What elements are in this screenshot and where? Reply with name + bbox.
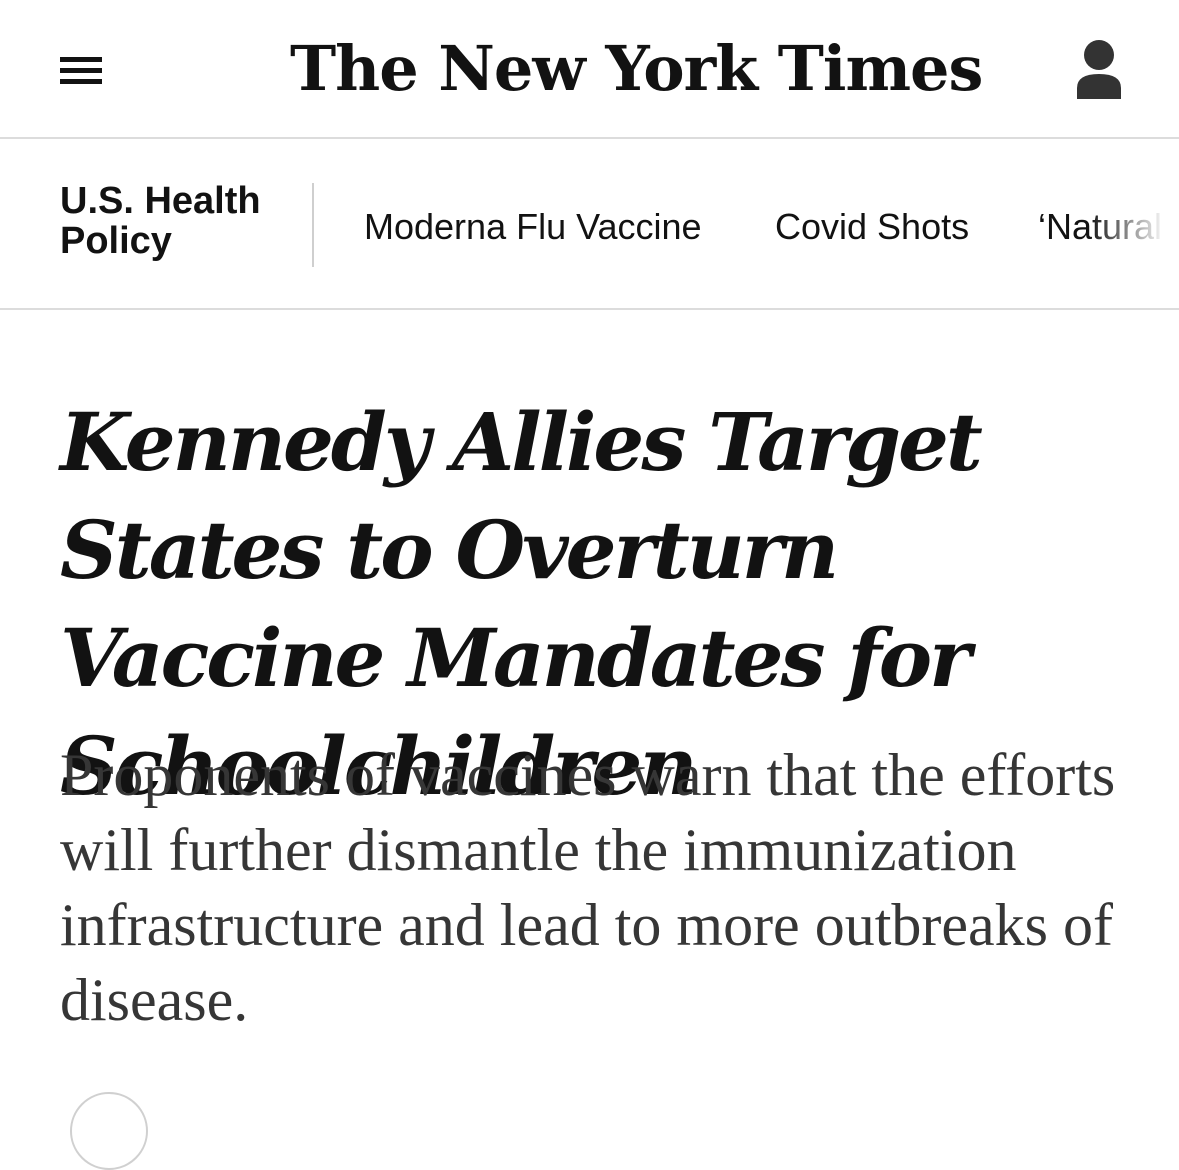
user-account-icon	[1077, 40, 1121, 99]
section-divider	[312, 183, 314, 267]
nav-link-natural[interactable]: ‘Natural	[1038, 205, 1162, 249]
account-button[interactable]	[1073, 38, 1125, 102]
top-header: The New York Times	[0, 0, 1179, 139]
section-nav: U.S. Health Policy Moderna Flu Vaccine C…	[0, 139, 1179, 310]
nav-link-moderna-flu-vaccine[interactable]: Moderna Flu Vaccine	[364, 205, 702, 249]
section-label[interactable]: U.S. Health Policy	[60, 181, 300, 261]
byline-avatar[interactable]	[70, 1092, 148, 1170]
article-summary: Proponents of vaccines warn that the eff…	[60, 742, 1116, 1033]
menu-button[interactable]	[56, 50, 106, 90]
nav-link-covid-shots[interactable]: Covid Shots	[775, 205, 969, 249]
masthead-logo[interactable]: The New York Times	[290, 24, 983, 114]
